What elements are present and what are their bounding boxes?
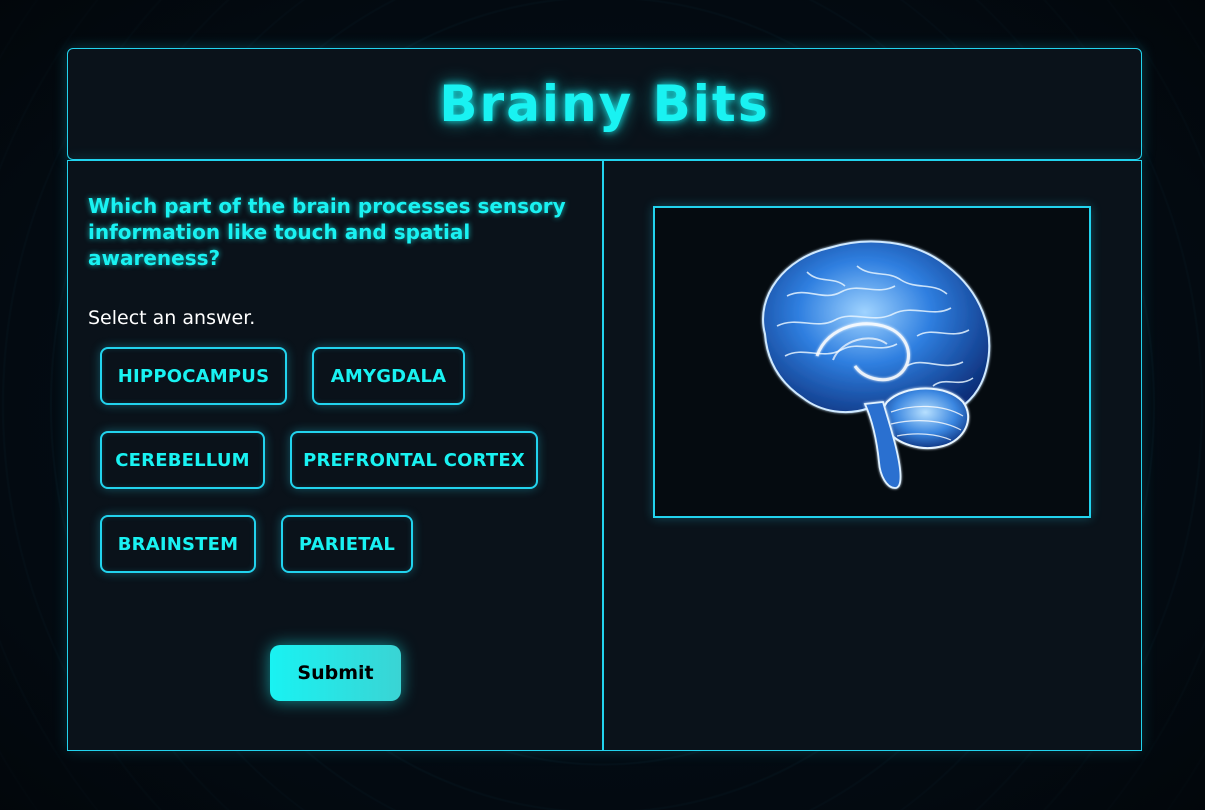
illustration-panel [604, 161, 1141, 750]
question-text: Which part of the brain processes sensor… [88, 194, 566, 270]
question-panel: Which part of the brain processes sensor… [68, 161, 604, 750]
page-title: Brainy Bits [439, 75, 770, 133]
answer-brainstem-button[interactable]: BRAINSTEM [100, 515, 256, 573]
submit-button[interactable]: Submit [270, 645, 401, 701]
header-panel: Brainy Bits [67, 48, 1142, 160]
answer-prefrontal-cortex-button[interactable]: PREFRONTAL CORTEX [290, 431, 538, 489]
brain-image-frame [653, 206, 1091, 518]
answer-amygdala-button[interactable]: AMYGDALA [312, 347, 465, 405]
brain-illustration [762, 240, 991, 489]
select-answer-prompt: Select an answer. [88, 307, 256, 329]
answer-parietal-button[interactable]: PARIETAL [281, 515, 413, 573]
answer-cerebellum-button[interactable]: CEREBELLUM [100, 431, 265, 489]
quiz-card: Which part of the brain processes sensor… [67, 160, 1142, 751]
answer-hippocampus-button[interactable]: HIPPOCAMPUS [100, 347, 287, 405]
